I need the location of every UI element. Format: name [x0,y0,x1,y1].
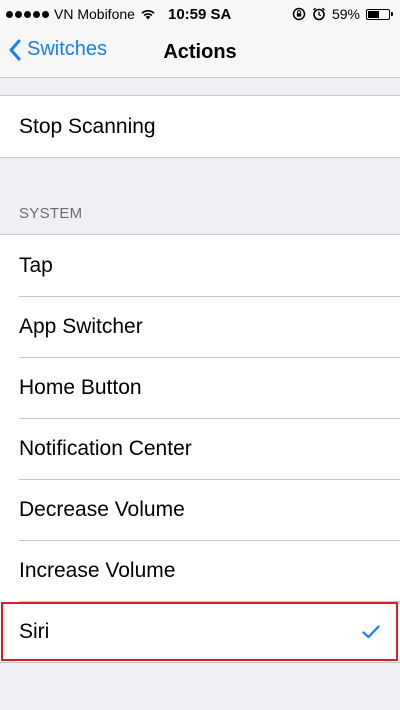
back-button[interactable]: Switches [8,38,107,61]
list-item-label: App Switcher [19,314,143,338]
back-button-label: Switches [27,38,108,60]
list-item-stop-scanning[interactable]: Stop Scanning [0,96,400,157]
list-item-notification-center[interactable]: Notification Center [0,418,400,479]
section-header-system: SYSTEM [19,205,83,222]
signal-strength-icon [6,10,49,18]
battery-icon [366,8,393,20]
list-item-label: Tap [19,253,53,277]
list-item-home-button[interactable]: Home Button [0,357,400,418]
list-item-label: Notification Center [19,436,192,460]
battery-percent: 59% [331,6,360,22]
system-group: Tap App Switcher Home Button Notificatio… [0,234,400,663]
checkmark-icon [362,624,380,638]
status-right: 59% [292,6,393,22]
list-item-label: Stop Scanning [19,114,156,138]
wifi-icon [141,9,155,20]
status-time: 10:59 SA [168,6,232,23]
status-bar: VN Mobifone 10:59 SA 59% [0,0,400,28]
navigation-bar: Switches Actions [0,28,400,78]
chevron-left-icon [9,39,21,60]
carrier-name: VN Mobifone [54,6,135,22]
list-item-label: Home Button [19,375,142,399]
rotation-lock-icon [292,7,306,21]
list-item-label: Siri [19,619,50,643]
list-item-siri[interactable]: Siri [0,601,400,662]
list-item-increase-volume[interactable]: Increase Volume [0,540,400,601]
status-left: VN Mobifone [6,6,156,22]
list-item-label: Increase Volume [19,558,176,582]
list-item-tap[interactable]: Tap [0,235,400,296]
list-item-app-switcher[interactable]: App Switcher [0,296,400,357]
list-item-label: Decrease Volume [19,497,185,521]
scanning-group: Stop Scanning [0,95,400,158]
alarm-icon [312,7,325,21]
list-item-decrease-volume[interactable]: Decrease Volume [0,479,400,540]
